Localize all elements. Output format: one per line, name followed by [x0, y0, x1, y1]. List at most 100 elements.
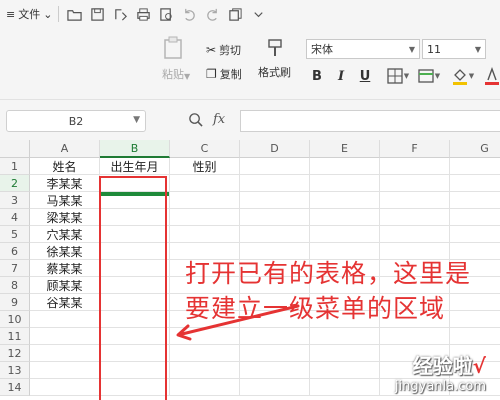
- column-header-g[interactable]: G: [450, 140, 500, 158]
- cell-a11[interactable]: [30, 328, 100, 345]
- cell-f2[interactable]: [380, 175, 450, 192]
- file-menu[interactable]: ≡ 文件 ⌄: [6, 6, 52, 22]
- cell-a8[interactable]: 顾某某: [30, 277, 100, 294]
- cell-c1[interactable]: 性别: [170, 158, 240, 175]
- open-folder-icon[interactable]: [65, 5, 83, 23]
- more-chevron-icon[interactable]: [249, 5, 267, 23]
- cell-a1[interactable]: 姓名: [30, 158, 100, 175]
- cell-d13[interactable]: [240, 362, 310, 379]
- cell-e2[interactable]: [310, 175, 380, 192]
- cell-a5[interactable]: 穴某某: [30, 226, 100, 243]
- column-header-e[interactable]: E: [310, 140, 380, 158]
- cell-c3[interactable]: [170, 192, 240, 209]
- cell-a4[interactable]: 梁某某: [30, 209, 100, 226]
- font-color-button[interactable]: [484, 66, 500, 86]
- cell-e4[interactable]: [310, 209, 380, 226]
- cell-a7[interactable]: 蔡某某: [30, 260, 100, 277]
- cell-e5[interactable]: [310, 226, 380, 243]
- format-painter-button[interactable]: 格式刷: [258, 38, 291, 80]
- cell-e11[interactable]: [310, 328, 380, 345]
- cell-d3[interactable]: [240, 192, 310, 209]
- cell-style-button[interactable]: ▼: [414, 66, 444, 86]
- cell-f1[interactable]: [380, 158, 450, 175]
- cell-a3[interactable]: 马某某: [30, 192, 100, 209]
- save-icon[interactable]: [88, 5, 106, 23]
- cell-d14[interactable]: [240, 379, 310, 396]
- print-preview-icon[interactable]: [157, 5, 175, 23]
- cell-a12[interactable]: [30, 345, 100, 362]
- row-header-8[interactable]: 8: [0, 277, 30, 294]
- row-header-11[interactable]: 11: [0, 328, 30, 345]
- column-header-a[interactable]: A: [30, 140, 100, 158]
- row-header-10[interactable]: 10: [0, 311, 30, 328]
- cell-c12[interactable]: [170, 345, 240, 362]
- cell-g2[interactable]: [450, 175, 500, 192]
- cell-a14[interactable]: [30, 379, 100, 396]
- cell-c14[interactable]: [170, 379, 240, 396]
- cell-f4[interactable]: [380, 209, 450, 226]
- cell-c5[interactable]: [170, 226, 240, 243]
- row-header-4[interactable]: 4: [0, 209, 30, 226]
- cell-c13[interactable]: [170, 362, 240, 379]
- cell-e12[interactable]: [310, 345, 380, 362]
- column-header-d[interactable]: D: [240, 140, 310, 158]
- cell-a9[interactable]: 谷某某: [30, 294, 100, 311]
- cell-d1[interactable]: [240, 158, 310, 175]
- paste-dropdown-icon[interactable]: ▼: [184, 72, 190, 81]
- cell-d11[interactable]: [240, 328, 310, 345]
- row-header-3[interactable]: 3: [0, 192, 30, 209]
- cut-button[interactable]: ✂ 剪切: [206, 42, 241, 58]
- cell-a2[interactable]: 李某某: [30, 175, 100, 192]
- cell-f3[interactable]: [380, 192, 450, 209]
- row-header-13[interactable]: 13: [0, 362, 30, 379]
- redo-icon[interactable]: [203, 5, 221, 23]
- copy-button[interactable]: ❐ 复制: [206, 66, 242, 82]
- column-header-b[interactable]: B: [100, 140, 170, 158]
- cell-f5[interactable]: [380, 226, 450, 243]
- cell-d12[interactable]: [240, 345, 310, 362]
- cell-g1[interactable]: [450, 158, 500, 175]
- row-header-9[interactable]: 9: [0, 294, 30, 311]
- copy-format-icon[interactable]: [226, 5, 244, 23]
- select-all-corner[interactable]: [0, 140, 30, 158]
- formula-input[interactable]: [240, 110, 500, 132]
- font-size-select[interactable]: 11 ▼: [422, 39, 486, 59]
- paste-button[interactable]: 粘贴: [162, 36, 184, 82]
- italic-button[interactable]: I: [332, 66, 350, 86]
- fill-color-button[interactable]: ▼: [448, 66, 478, 86]
- export-icon[interactable]: [111, 5, 129, 23]
- cell-c4[interactable]: [170, 209, 240, 226]
- insert-function-button[interactable]: fx: [213, 112, 225, 127]
- cell-g3[interactable]: [450, 192, 500, 209]
- cell-d5[interactable]: [240, 226, 310, 243]
- cell-e3[interactable]: [310, 192, 380, 209]
- cell-g10[interactable]: [450, 311, 500, 328]
- row-header-12[interactable]: 12: [0, 345, 30, 362]
- cell-f11[interactable]: [380, 328, 450, 345]
- cell-a6[interactable]: 徐某某: [30, 243, 100, 260]
- row-header-2[interactable]: 2: [0, 175, 30, 192]
- row-header-14[interactable]: 14: [0, 379, 30, 396]
- bold-button[interactable]: B: [308, 66, 326, 86]
- cell-g4[interactable]: [450, 209, 500, 226]
- cell-g11[interactable]: [450, 328, 500, 345]
- cell-e13[interactable]: [310, 362, 380, 379]
- row-header-6[interactable]: 6: [0, 243, 30, 260]
- cell-g9[interactable]: [450, 294, 500, 311]
- cell-d2[interactable]: [240, 175, 310, 192]
- cell-e1[interactable]: [310, 158, 380, 175]
- cell-c11[interactable]: [170, 328, 240, 345]
- underline-button[interactable]: U: [356, 66, 374, 86]
- cell-g5[interactable]: [450, 226, 500, 243]
- cell-b1[interactable]: 出生年月: [100, 158, 170, 175]
- cell-e14[interactable]: [310, 379, 380, 396]
- print-icon[interactable]: [134, 5, 152, 23]
- zoom-search-icon[interactable]: [188, 112, 203, 127]
- row-header-5[interactable]: 5: [0, 226, 30, 243]
- undo-icon[interactable]: [180, 5, 198, 23]
- column-header-f[interactable]: F: [380, 140, 450, 158]
- row-header-1[interactable]: 1: [0, 158, 30, 175]
- cell-a10[interactable]: [30, 311, 100, 328]
- font-name-select[interactable]: 宋体 ▼: [306, 39, 420, 59]
- name-box[interactable]: B2 ▼: [6, 110, 146, 132]
